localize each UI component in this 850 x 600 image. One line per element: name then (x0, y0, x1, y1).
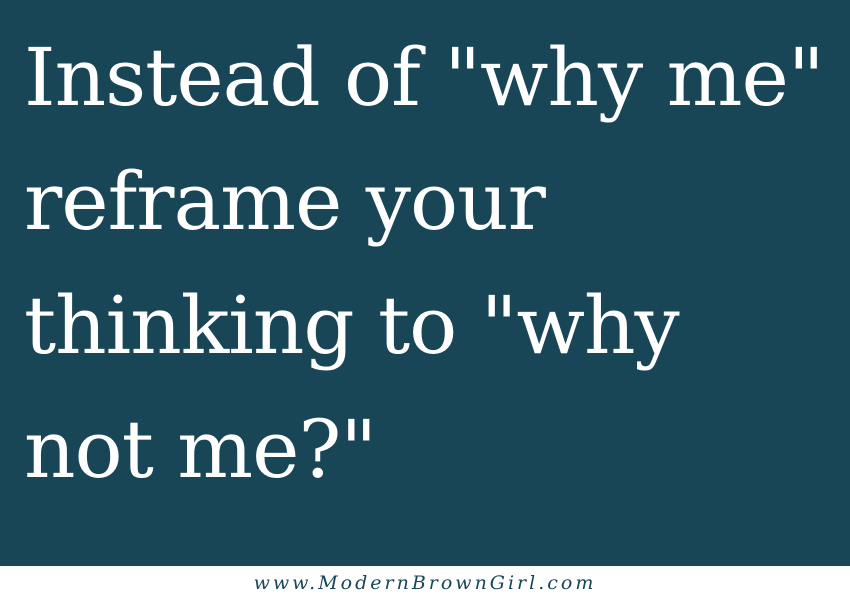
website-url: www.ModernBrownGirl.com (253, 572, 597, 594)
quote-line-2: reframe your (24, 155, 546, 248)
quote-card: Instead of "why me" reframe your thinkin… (0, 0, 850, 600)
quote-text: Instead of "why me" reframe your thinkin… (24, 16, 834, 512)
quote-panel: Instead of "why me" reframe your thinkin… (0, 0, 850, 566)
footer: www.ModernBrownGirl.com (0, 566, 850, 600)
quote-line-4: not me?" (24, 403, 377, 496)
quote-line-1: Instead of "why me" (24, 31, 825, 124)
quote-line-3: thinking to "why (24, 279, 680, 372)
